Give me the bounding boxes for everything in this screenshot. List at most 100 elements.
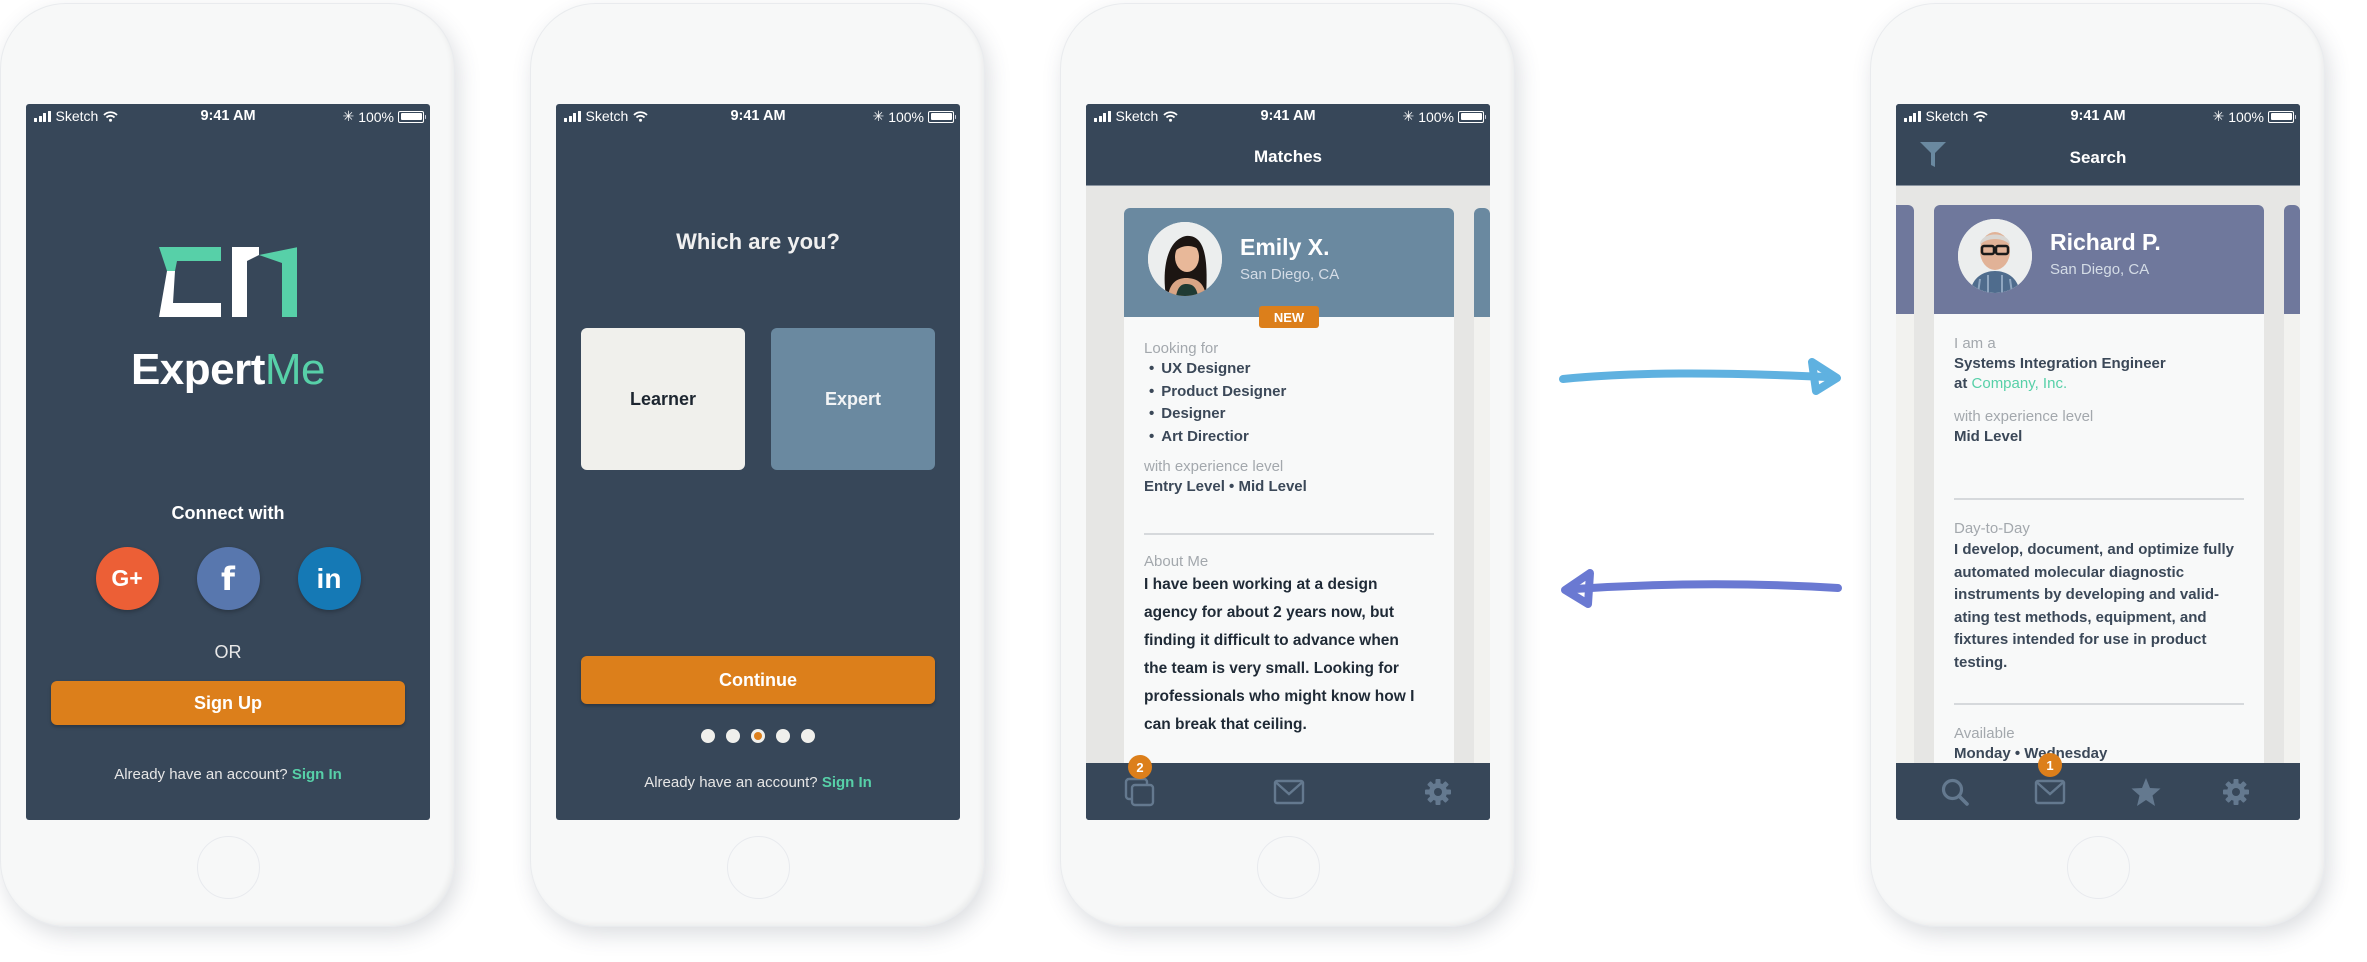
linkedin-button[interactable]: in (297, 547, 361, 610)
status-bar: Sketch 9:41 AM ✳ 100% (1086, 104, 1490, 128)
page-dot-active[interactable] (751, 729, 765, 743)
facebook-button[interactable]: f (196, 547, 260, 610)
battery-icon (2268, 110, 2296, 123)
bluetooth-icon: ✳ (2212, 108, 2225, 124)
tab-search[interactable] (1938, 777, 1972, 807)
brand-wordmark: ExpertMe (26, 345, 430, 395)
tab-bar: 1 (1896, 753, 2300, 820)
search-card-carousel[interactable]: Richard P. San Diego, CA I am a Systems … (1896, 186, 2300, 763)
section-divider (1954, 498, 2244, 500)
profile-photo-richard (1958, 219, 2032, 293)
home-button[interactable] (196, 836, 260, 899)
search-result-card[interactable]: Richard P. San Diego, CA I am a Systems … (1934, 205, 2264, 763)
bluetooth-icon: ✳ (872, 108, 885, 124)
or-divider: OR (214, 642, 242, 662)
already-text: Already have an account? (644, 774, 818, 791)
available-label: Available (1954, 725, 2015, 742)
continue-button[interactable]: Continue (581, 656, 935, 704)
google-plus-button[interactable]: G+ (95, 547, 159, 610)
page-dot[interactable] (776, 729, 790, 743)
sign-in-link[interactable]: Sign In (822, 774, 872, 791)
prev-card-peek[interactable] (1896, 205, 1914, 763)
nav-bar: Sketch 9:41 AM ✳ 100% Search (1896, 104, 2300, 186)
available-value: Monday • Wednesday (1954, 745, 2108, 762)
status-bar: Sketch 9:41 AM ✳ 100% (26, 104, 430, 128)
sign-in-prompt: Already have an account? Sign In (556, 774, 960, 791)
tab-matches[interactable]: 2 (1123, 755, 1157, 807)
tab-messages[interactable]: 1 (2033, 753, 2067, 807)
gear-icon (1425, 779, 1451, 805)
messages-count-badge: 1 (2038, 753, 2062, 777)
battery-icon (398, 110, 426, 123)
match-card[interactable]: Emily X. San Diego, CA NEW Looking for U… (1124, 208, 1454, 763)
role-label: I am a (1954, 335, 1996, 352)
home-button[interactable] (1256, 836, 1320, 899)
profile-location: San Diego, CA (2050, 261, 2150, 278)
sign-up-button[interactable]: Sign Up (51, 681, 405, 725)
looking-for-label: Looking for (1144, 340, 1219, 357)
expert-option[interactable]: Expert (771, 328, 935, 470)
list-item: Designer (1144, 403, 1434, 426)
forward-arrow-icon (1559, 358, 1841, 395)
company-line: at Company, Inc. (1954, 375, 2244, 392)
star-icon (2131, 778, 2161, 806)
about-section: About Me I have been working at a design… (1144, 553, 1434, 739)
phone-login: Sketch 9:41 AM ✳ 100% ExpertMe Connect wi… (0, 3, 455, 927)
phone-search: Sketch 9:41 AM ✳ 100% Search Richard P. … (1870, 3, 2325, 927)
cards-icon (1124, 777, 1155, 807)
page-indicator (556, 729, 960, 743)
role-value: Systems Integration Engineer (1954, 355, 2166, 372)
facebook-icon: f (221, 559, 235, 598)
battery-percent: 100% (358, 108, 394, 125)
mail-icon (1273, 779, 1305, 805)
profile-name: Richard P. (2050, 229, 2161, 255)
experience-value: Mid Level (1954, 428, 2023, 445)
home-button[interactable] (2066, 836, 2130, 899)
battery-icon (1458, 110, 1486, 123)
home-button[interactable] (726, 836, 790, 899)
profile-location: San Diego, CA (1240, 266, 1340, 283)
next-card-peek[interactable] (2284, 205, 2300, 763)
next-card-peek[interactable] (1474, 208, 1490, 763)
avatar (1958, 219, 2032, 293)
page-dot[interactable] (726, 729, 740, 743)
status-bar: Sketch 9:41 AM ✳ 100% (1896, 104, 2300, 128)
page-dot[interactable] (701, 729, 715, 743)
company-link[interactable]: Company, Inc. (1972, 375, 2068, 392)
search-card-header: Richard P. San Diego, CA (1934, 205, 2264, 314)
search-icon (1941, 778, 1969, 806)
page-dot[interactable] (801, 729, 815, 743)
match-card-carousel[interactable]: Emily X. San Diego, CA NEW Looking for U… (1086, 186, 1490, 763)
tab-bar: 2 (1086, 755, 1490, 820)
experience-label: with experience level (1144, 458, 1284, 475)
connect-label: Connect with (171, 503, 285, 523)
sign-in-link[interactable]: Sign In (292, 766, 342, 783)
tab-settings[interactable] (1421, 777, 1455, 807)
brand-prefix: Expert (130, 345, 265, 394)
battery-percent: 100% (888, 108, 924, 125)
about-text: I have been working at a design agency f… (1144, 576, 1415, 733)
role-select-screen: Sketch 9:41 AM ✳ 100% Which are you? Lear… (556, 104, 960, 820)
profile-photo-emily (1148, 222, 1222, 296)
company-prefix: at (1954, 375, 1968, 392)
list-item: Product Designer (1144, 381, 1434, 404)
nav-bar: Sketch 9:41 AM ✳ 100% Matches (1086, 104, 1490, 186)
back-arrow-icon (1561, 569, 1842, 608)
tab-settings[interactable] (2219, 777, 2253, 807)
tab-favorites[interactable] (2129, 777, 2163, 807)
day-to-day-label: Day-to-Day (1954, 520, 2030, 537)
day-to-day-text: I develop, document, and optimize fully … (1954, 541, 2235, 671)
experience-label: with experience level (1954, 408, 2094, 425)
experience-value: Entry Level • Mid Level (1144, 478, 1307, 495)
role-section: I am a Systems Integration Engineer at C… (1954, 335, 2244, 445)
login-screen: Sketch 9:41 AM ✳ 100% ExpertMe Connect wi… (26, 104, 430, 820)
looking-for-list: UX Designer Product Designer Designer Ar… (1144, 358, 1434, 448)
battery-icon (928, 110, 956, 123)
tab-messages[interactable] (1272, 777, 1306, 807)
availability-section: Available Monday • Wednesday (1954, 725, 2244, 762)
avatar (1148, 222, 1222, 296)
battery-percent: 100% (2228, 108, 2264, 125)
learner-option[interactable]: Learner (581, 328, 745, 470)
phone-role-select: Sketch 9:41 AM ✳ 100% Which are you? Lear… (530, 3, 985, 927)
bluetooth-icon: ✳ (342, 108, 355, 124)
